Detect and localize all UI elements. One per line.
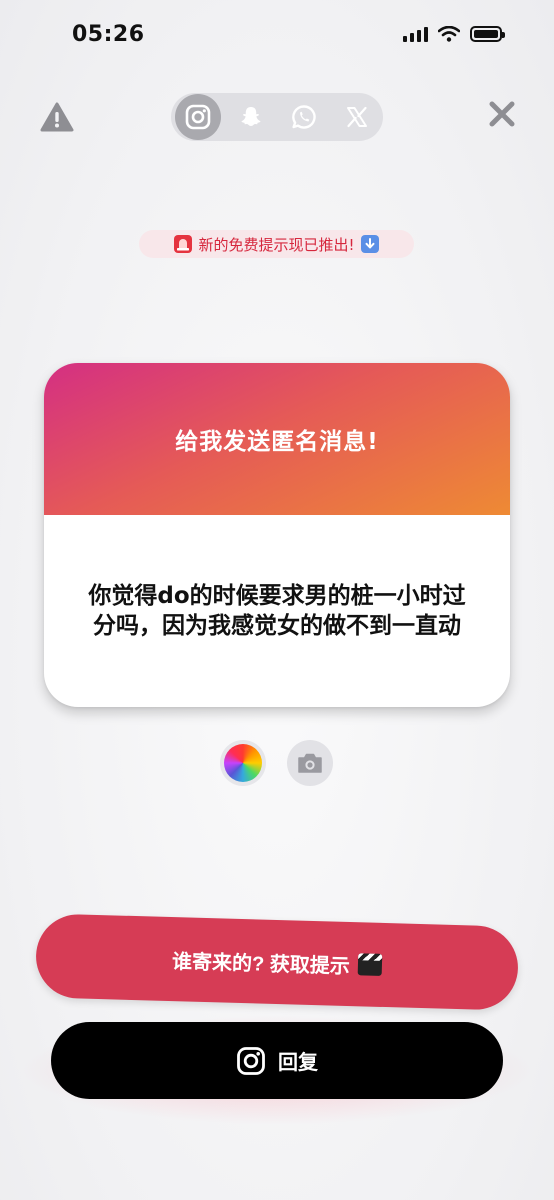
- close-button[interactable]: [484, 96, 520, 132]
- promo-text: 新的免费提示现已推出!: [198, 235, 355, 254]
- card-title: 给我发送匿名消息!: [175, 429, 379, 455]
- card-header: 给我发送匿名消息!: [44, 363, 510, 515]
- platform-x[interactable]: [330, 93, 383, 141]
- color-wheel-icon: [224, 744, 262, 782]
- page: 05:26 新的免费提示现已推出! 给我发送匿名消息! 你觉得do的时候要求男的…: [0, 0, 554, 1200]
- instagram-icon: [185, 104, 210, 130]
- reply-button[interactable]: 回复: [51, 1022, 503, 1099]
- get-hint-button[interactable]: 谁寄来的? 获取提示: [34, 913, 520, 1011]
- signal-icon: [403, 26, 428, 42]
- warning-icon: [40, 102, 74, 132]
- card-body: 你觉得do的时候要求男的桩一小时过分吗，因为我感觉女的做不到一直动: [44, 515, 510, 707]
- wifi-icon: [438, 26, 460, 42]
- status-bar: 05:26: [0, 0, 554, 70]
- whatsapp-icon: [291, 105, 316, 129]
- report-warning-button[interactable]: [38, 100, 76, 134]
- instagram-icon: [237, 1046, 265, 1075]
- platform-whatsapp[interactable]: [277, 93, 330, 141]
- battery-icon: [470, 26, 505, 42]
- siren-icon: [174, 235, 193, 253]
- platform-snapchat[interactable]: [224, 93, 277, 141]
- close-icon: [489, 101, 515, 127]
- message-card: 给我发送匿名消息! 你觉得do的时候要求男的桩一小时过分吗，因为我感觉女的做不到…: [44, 363, 510, 707]
- clapperboard-icon: [357, 953, 383, 976]
- snapchat-icon: [241, 107, 260, 126]
- card-message: 你觉得do的时候要求男的桩一小时过分吗，因为我感觉女的做不到一直动: [88, 583, 466, 639]
- status-icons: [403, 26, 505, 42]
- camera-button[interactable]: [287, 740, 333, 786]
- x-icon: [346, 106, 367, 128]
- down-arrow-icon: [360, 235, 379, 253]
- camera-icon: [298, 753, 322, 773]
- hint-button-label: 谁寄来的? 获取提示: [171, 950, 351, 978]
- color-picker-button[interactable]: [220, 740, 266, 786]
- reply-button-label: 回复: [278, 1052, 318, 1074]
- platform-instagram[interactable]: [171, 93, 224, 141]
- status-time: 05:26: [72, 22, 145, 47]
- promo-banner[interactable]: 新的免费提示现已推出!: [139, 230, 414, 258]
- platform-switch: [171, 93, 383, 141]
